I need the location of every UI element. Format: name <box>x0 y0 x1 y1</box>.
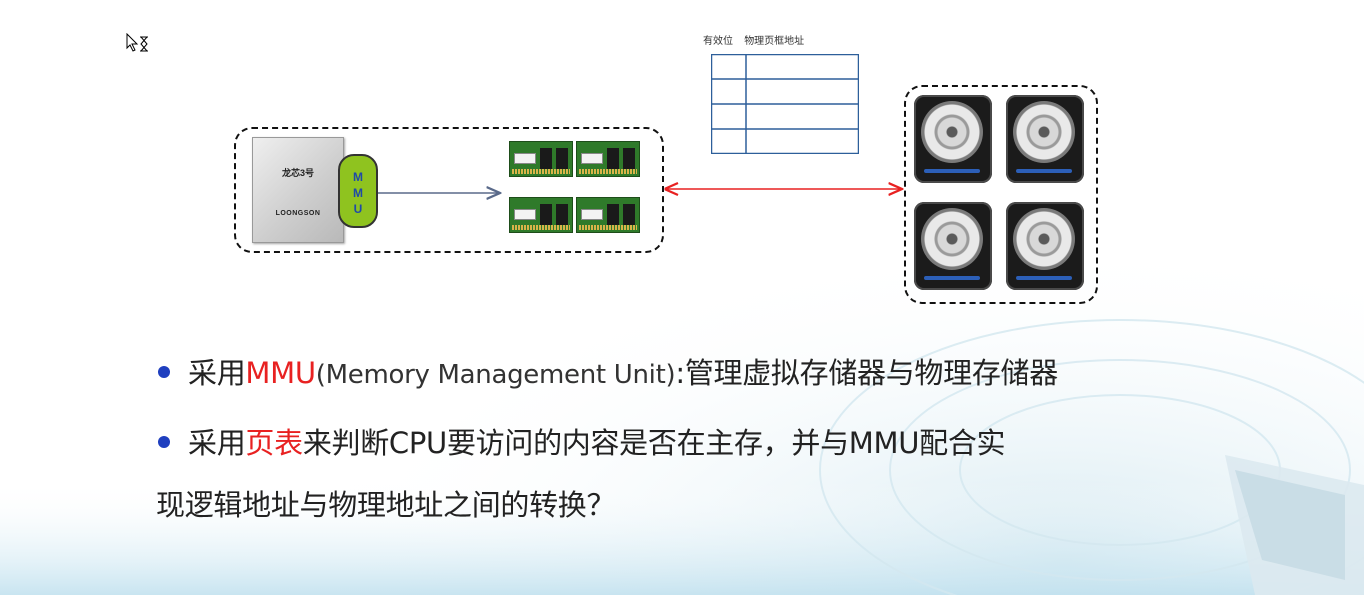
bullet-dot-icon <box>158 366 170 378</box>
bullet-paren: (Memory Management Unit) <box>315 360 676 390</box>
ram-module-icon <box>576 197 640 233</box>
hard-disk-icon <box>914 202 992 290</box>
bullet-dot-icon <box>158 436 170 448</box>
mmu-letter: M <box>353 170 363 184</box>
bullet-prefix: 采用 <box>188 426 246 460</box>
mmu-letter: M <box>353 186 363 200</box>
cursor-hourglass-icon <box>126 33 148 52</box>
ram-module-icon <box>509 141 573 177</box>
hard-disk-icon <box>914 95 992 183</box>
page-table <box>711 54 859 154</box>
bullet-suffix: 来判断CPU要访问的内容是否在主存，并与MMU配合实 <box>302 426 1006 460</box>
bullet-suffix: :管理虚拟存储器与物理存储器 <box>675 356 1058 390</box>
cpu-chip-brand: LOONGSON <box>275 210 321 217</box>
mmu-block: M M U <box>338 154 378 228</box>
bullet-item: 采用页表来判断CPU要访问的内容是否在主存，并与MMU配合实 <box>158 420 1006 462</box>
bullet-prefix: 采用 <box>188 356 246 390</box>
slide: 有效位 物理页框地址 龙芯3号 LOONGSON M M U 采用MMU(Mem… <box>0 0 1364 595</box>
hard-disk-icon <box>1006 202 1084 290</box>
bullet-item: 采用MMU(Memory Management Unit):管理虚拟存储器与物理… <box>158 350 1058 392</box>
bullet-continuation: 现逻辑地址与物理地址之间的转换？ <box>156 488 616 522</box>
page-table-header: 有效位 物理页框地址 <box>703 32 812 47</box>
cpu-chip-icon: 龙芯3号 LOONGSON <box>252 137 344 243</box>
bullet-highlight: 页表 <box>245 426 303 460</box>
page-table-header-valid-bit: 有效位 <box>703 36 733 47</box>
mmu-letter: U <box>353 202 363 216</box>
hard-disk-icon <box>1006 95 1084 183</box>
cpu-chip-name: 龙芯3号 <box>281 168 314 178</box>
page-table-header-frame-address: 物理页框地址 <box>744 36 805 47</box>
ram-module-icon <box>509 197 573 233</box>
ram-module-icon <box>576 141 640 177</box>
bullet-highlight: MMU <box>245 356 316 390</box>
